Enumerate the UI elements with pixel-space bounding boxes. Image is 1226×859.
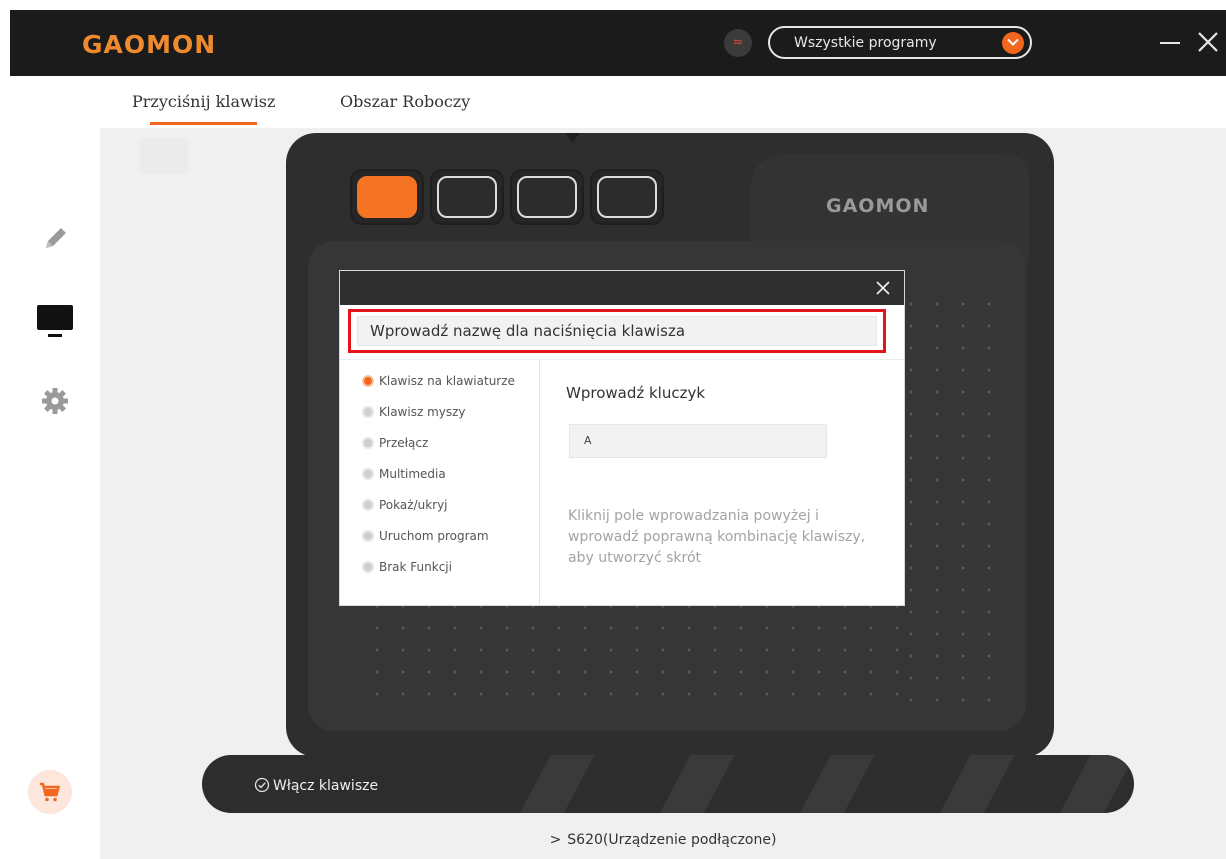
check-circle-icon xyxy=(254,777,270,793)
placeholder-tile xyxy=(140,138,188,174)
dot-grid-right xyxy=(898,293,1008,713)
key-name-input[interactable]: Wprowadź nazwę dla naciśnięcia klawisza xyxy=(357,316,877,346)
radio-multimedia[interactable]: Multimedia xyxy=(362,467,446,481)
pen-icon[interactable] xyxy=(40,222,72,258)
express-key-3[interactable] xyxy=(510,169,584,225)
enable-keys-label: Włącz klawisze xyxy=(273,778,379,794)
key-hint: Kliknij pole wprowadzania powyżej i wpro… xyxy=(568,508,866,566)
key-heading: Wprowadź kluczyk xyxy=(566,384,706,402)
dialog-close-button[interactable] xyxy=(874,279,892,297)
tab-express-keys[interactable]: Przyciśnij klawisz xyxy=(132,92,275,125)
title-bar: GAOMON ≈ Wszystkie programy xyxy=(10,10,1226,76)
brand-circle-icon[interactable]: ≈ xyxy=(724,29,752,57)
express-key-2[interactable] xyxy=(430,169,504,225)
close-window-button[interactable] xyxy=(1196,30,1220,54)
radio-mouse-key[interactable]: Klawisz myszy xyxy=(362,405,466,419)
gear-icon[interactable] xyxy=(40,386,70,420)
dialog-header xyxy=(340,271,904,305)
radio-no-function[interactable]: Brak Funkcji xyxy=(362,560,452,574)
function-type-list: Klawisz na klawiaturze Klawisz myszy Prz… xyxy=(340,359,540,606)
close-icon xyxy=(1198,32,1218,52)
radio-show-hide[interactable]: Pokaż/ukryj xyxy=(362,498,448,512)
program-select[interactable]: Wszystkie programy xyxy=(768,26,1032,59)
enable-keys-checkbox[interactable]: Włącz klawisze xyxy=(254,777,378,794)
tab-bar: Przyciśnij klawisz Obszar Roboczy xyxy=(100,76,1226,128)
device-bar[interactable]: > S620(Urządzenie podłączone) xyxy=(100,818,1226,859)
name-highlight-box: Wprowadź nazwę dla naciśnięcia klawisza xyxy=(348,309,886,353)
minimize-button[interactable] xyxy=(1160,30,1180,54)
chevron-right-icon: > xyxy=(549,832,562,848)
key-assignment-dialog: Wprowadź nazwę dla naciśnięcia klawisza … xyxy=(339,270,905,606)
radio-switch[interactable]: Przełącz xyxy=(362,436,428,450)
tablet-notch xyxy=(566,133,580,143)
program-select-value: Wszystkie programy xyxy=(794,35,937,51)
express-key-4[interactable] xyxy=(590,169,664,225)
enable-keys-bar: Włącz klawisze xyxy=(202,755,1134,813)
key-entry-panel: Wprowadź kluczyk A Kliknij pole wprowadz… xyxy=(541,359,904,606)
tab-work-area[interactable]: Obszar Roboczy xyxy=(340,92,470,111)
radio-keyboard-key[interactable]: Klawisz na klawiaturze xyxy=(362,374,515,388)
app-logo: GAOMON xyxy=(82,30,217,59)
key-input[interactable]: A xyxy=(569,424,827,458)
express-key-1[interactable] xyxy=(350,169,424,225)
cart-icon xyxy=(40,782,61,802)
monitor-icon[interactable] xyxy=(36,304,74,342)
sidebar xyxy=(10,128,100,859)
device-status: > S620(Urządzenie podłączone) xyxy=(549,832,777,848)
cart-button[interactable] xyxy=(28,770,72,814)
dot-grid-bottom xyxy=(364,595,904,703)
close-icon xyxy=(876,281,890,295)
tablet-brand: GAOMON xyxy=(826,195,930,217)
radio-run-program[interactable]: Uruchom program xyxy=(362,529,489,543)
chevron-down-icon xyxy=(1002,32,1024,54)
